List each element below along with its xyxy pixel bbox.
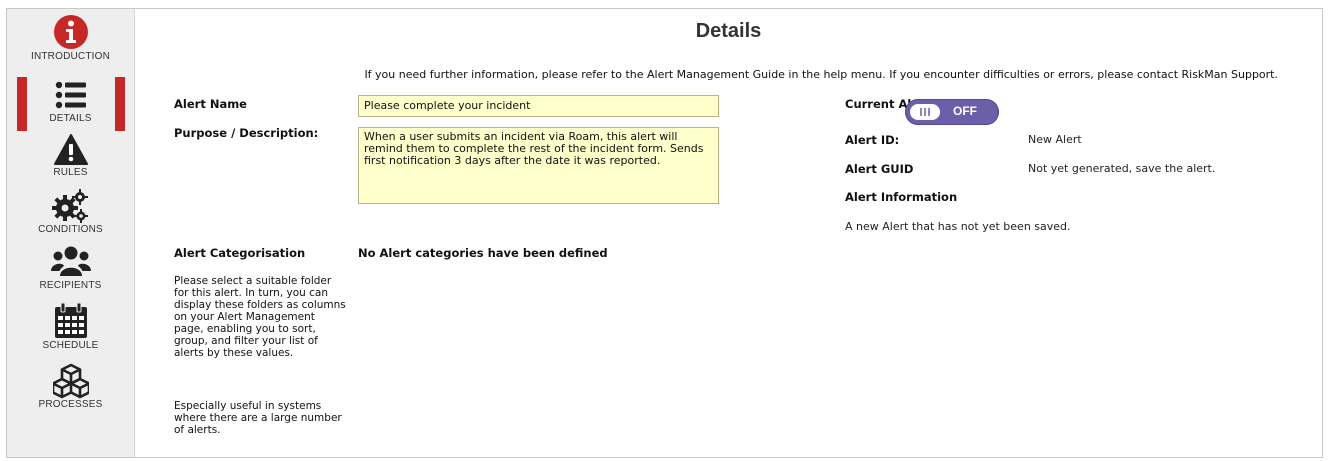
sidebar-item-label: RULES — [53, 167, 88, 178]
details-panel: Details If you need further information,… — [135, 9, 1322, 457]
alert-id-label: Alert ID: — [845, 133, 900, 147]
sidebar-item-rules[interactable]: RULES — [7, 133, 134, 178]
alert-status-toggle[interactable]: OFF — [905, 99, 999, 125]
sidebar-item-label: DETAILS — [49, 113, 92, 124]
cubes-icon — [52, 363, 89, 399]
list-icon — [55, 81, 86, 109]
no-categories-message: No Alert categories have been defined — [358, 246, 608, 260]
toggle-knob — [910, 104, 940, 120]
calendar-icon — [54, 302, 87, 338]
purpose-label: Purpose / Description: — [174, 126, 319, 140]
alert-guid-value: Not yet generated, save the alert. — [1028, 162, 1216, 175]
sidebar-item-schedule[interactable]: SCHEDULE — [7, 302, 134, 351]
alert-editor-frame: INTRODUCTION DETAILS RULES CONDITIONS RE… — [6, 8, 1323, 458]
sidebar-item-label: SCHEDULE — [42, 340, 99, 351]
alert-information-label: Alert Information — [845, 190, 958, 204]
alert-guid-label: Alert GUID — [845, 162, 914, 176]
sidebar-nav: INTRODUCTION DETAILS RULES CONDITIONS RE… — [7, 9, 135, 457]
info-circle-icon — [53, 15, 88, 49]
warning-triangle-icon — [53, 134, 88, 165]
alert-name-label: Alert Name — [174, 97, 247, 111]
help-info-text: If you need further information, please … — [364, 68, 1278, 81]
sidebar-item-details[interactable]: DETAILS — [7, 79, 134, 124]
sidebar-item-conditions[interactable]: CONDITIONS — [7, 188, 134, 235]
gears-icon — [51, 189, 88, 223]
sidebar-item-label: PROCESSES — [38, 399, 103, 410]
sidebar-item-introduction[interactable]: INTRODUCTION — [7, 13, 134, 62]
users-icon — [50, 246, 91, 276]
purpose-description-textarea[interactable]: When a user submits an incident via Roam… — [358, 127, 719, 204]
sidebar-item-recipients[interactable]: RECIPIENTS — [7, 244, 134, 291]
sidebar-item-processes[interactable]: PROCESSES — [7, 363, 134, 410]
sidebar-item-label: RECIPIENTS — [39, 280, 102, 291]
alert-id-value: New Alert — [1028, 133, 1082, 146]
toggle-state-label: OFF — [953, 104, 977, 118]
alert-name-input[interactable]: Please complete your incident — [358, 95, 719, 117]
page-title: Details — [695, 20, 762, 42]
alert-categorisation-label: Alert Categorisation — [174, 246, 306, 260]
sidebar-item-label: CONDITIONS — [38, 224, 103, 235]
categorisation-help-note: Especially useful in systems where there… — [174, 400, 342, 436]
sidebar-item-label: INTRODUCTION — [30, 51, 111, 62]
alert-information-value: A new Alert that has not yet been saved. — [845, 220, 1071, 233]
categorisation-help-text: Please select a suitable folder for this… — [174, 275, 346, 359]
